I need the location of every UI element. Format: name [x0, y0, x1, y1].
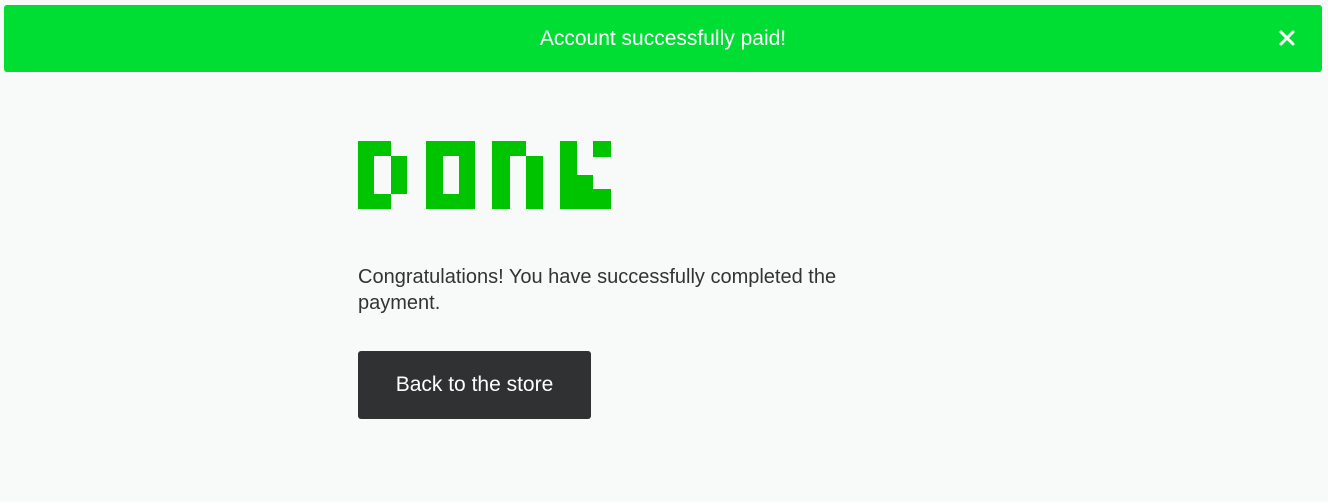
success-banner: Account successfully paid! — [4, 5, 1322, 72]
back-to-store-button[interactable]: Back to the store — [358, 351, 591, 419]
done-logo-icon — [358, 141, 611, 209]
success-message: Congratulations! You have successfully c… — [358, 266, 837, 314]
banner-message: Account successfully paid! — [539, 26, 787, 50]
close-icon[interactable] — [1278, 29, 1296, 47]
